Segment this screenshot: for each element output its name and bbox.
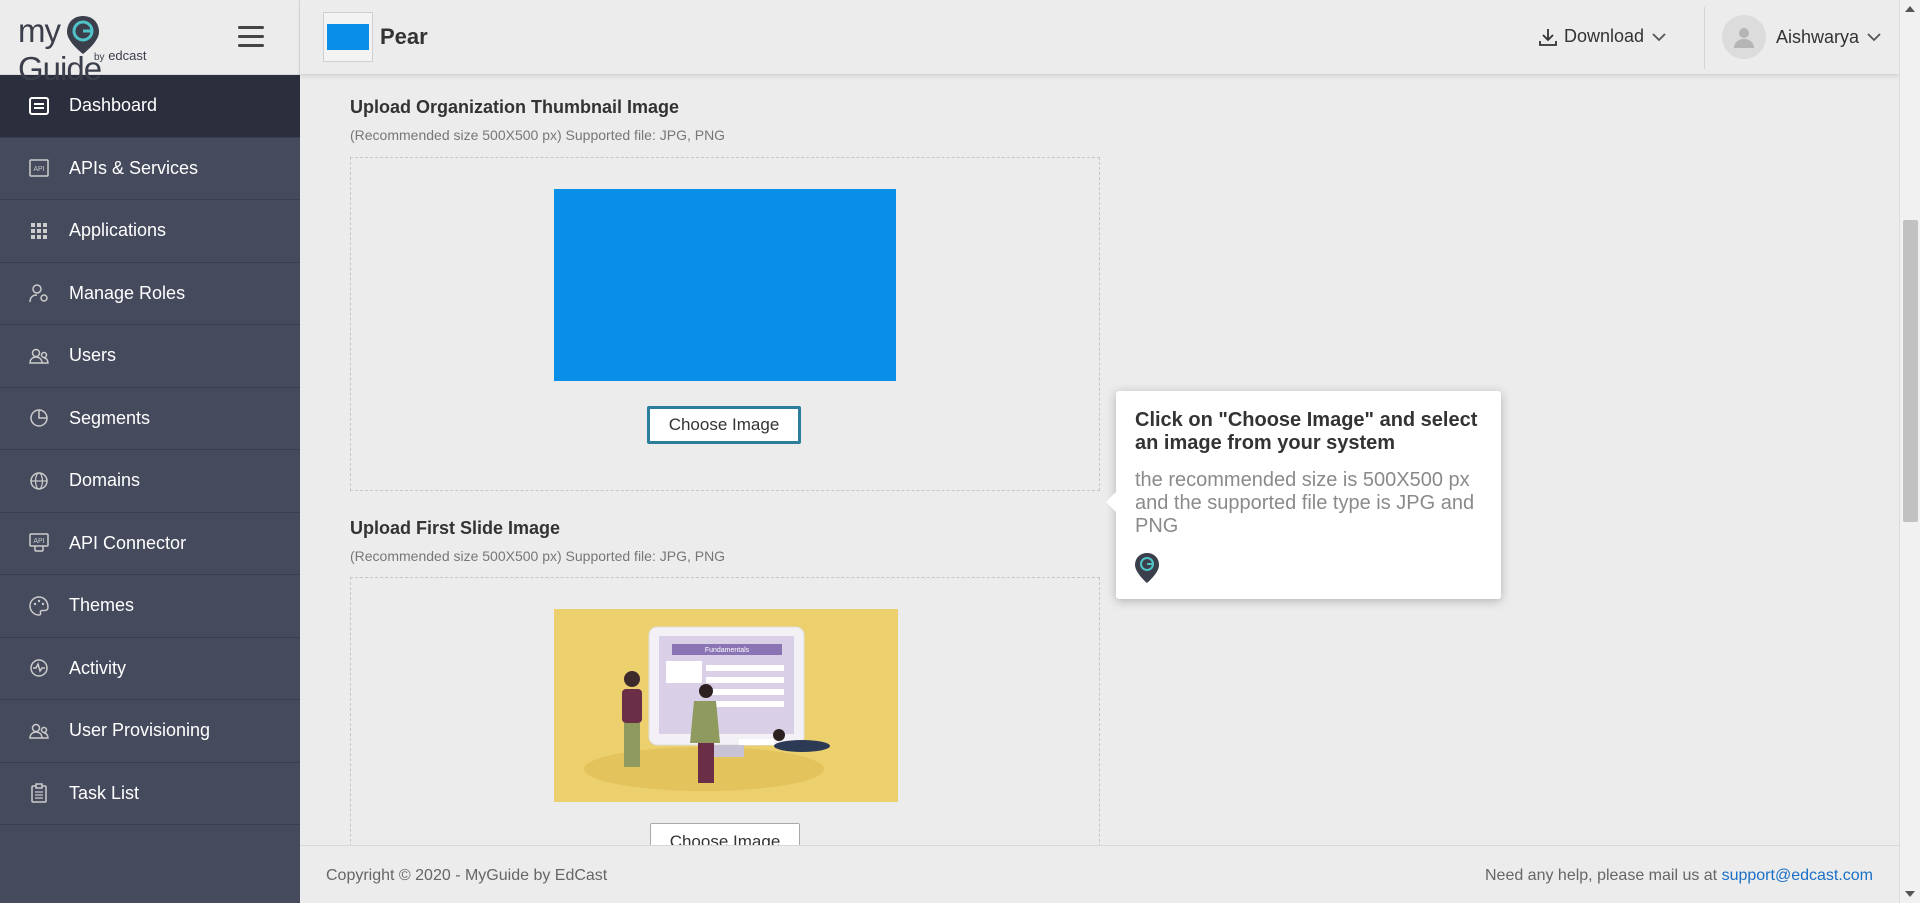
user-menu[interactable]: Aishwarya [1722,15,1881,59]
thumbnail-drop-zone: Choose Image [350,157,1100,491]
user-gear-icon [28,282,50,304]
logo-byline: by edcast [94,48,147,63]
sidebar-item-label: Task List [69,782,140,803]
sidebar-item-users[interactable]: Users [0,325,300,388]
grid-icon [28,220,50,242]
sidebar-item-label: Dashboard [69,95,158,116]
palette-icon [28,595,50,617]
first-slide-section-hint: (Recommended size 500X500 px) Supported … [350,548,726,564]
chevron-down-icon [1652,32,1666,41]
sidebar-item-label: APIs & Services [69,157,199,178]
activity-icon [28,657,50,679]
thumbnail-section-hint: (Recommended size 500X500 px) Supported … [350,127,726,143]
scroll-thumb[interactable] [1903,220,1918,522]
sidebar-item-task-list[interactable]: Task List [0,762,300,825]
api-connector-icon: API [28,532,50,554]
sidebar-item-label: User Provisioning [69,720,211,741]
menu-toggle-icon[interactable] [238,26,264,48]
sidebar-item-themes[interactable]: Themes [0,575,300,638]
sidebar-item-user-provisioning[interactable]: User Provisioning [0,700,300,763]
sidebar-item-label: Applications [69,220,167,241]
tooltip-title: Click on "Choose Image" and select an im… [1135,409,1478,454]
sidebar-item-label: Users [69,345,117,366]
header-divider [1704,7,1705,69]
myguide-pin-icon[interactable] [1134,552,1160,584]
sidebar: myGuide by edcast Dashboard API APIs & S… [0,0,300,903]
download-dropdown[interactable]: Download [1538,26,1672,47]
users-icon [28,720,50,742]
org-thumbnail [323,12,373,62]
clipboard-icon [28,782,50,804]
first-slide-preview: Fundamentals [554,609,898,802]
slide-illustration: Fundamentals [554,609,898,802]
tooltip-body: the recommended size is 500X500 px and t… [1135,469,1475,537]
first-slide-section-title: Upload First Slide Image [350,518,561,538]
download-label: Download [1564,26,1645,46]
help-text: Need any help, please mail us at support… [1484,867,1873,884]
api-icon: API [28,157,50,179]
scroll-up-icon[interactable] [1905,6,1915,12]
download-icon [1539,28,1557,46]
sidebar-item-segments[interactable]: Segments [0,387,300,450]
thumbnail-preview [554,189,896,381]
svg-text:API: API [33,166,44,173]
main-content: Upload Organization Thumbnail Image (Rec… [300,76,1899,845]
chevron-down-icon [1867,33,1881,42]
brand-bar: myGuide by edcast [0,0,300,87]
sidebar-item-activity[interactable]: Activity [0,637,300,700]
guide-tooltip: Click on "Choose Image" and select an im… [1106,391,1501,599]
pie-icon [28,407,50,429]
first-slide-drop-zone: Fundamentals Choose Image [350,577,1100,845]
choose-first-slide-image-button[interactable]: Choose Image [650,823,800,845]
sidebar-item-label: API Connector [69,532,187,553]
sidebar-item-apis-services[interactable]: API APIs & Services [0,137,300,200]
sidebar-item-label: Domains [69,470,141,491]
page-scrollbar[interactable] [1899,0,1920,903]
top-header: Pear Download Aishwarya [300,0,1899,75]
user-name: Aishwarya [1776,26,1860,47]
dashboard-icon [28,95,50,117]
copyright-text: Copyright © 2020 - MyGuide by EdCast [326,867,608,884]
scroll-down-icon[interactable] [1905,891,1915,897]
support-email-link[interactable]: support@edcast.com [1722,867,1873,884]
sidebar-item-label: Activity [69,657,127,678]
users-icon [28,345,50,367]
thumbnail-section-title: Upload Organization Thumbnail Image [350,97,680,117]
myguide-logo[interactable]: myGuide by edcast [18,12,158,87]
globe-icon [28,470,50,492]
svg-text:API: API [33,538,44,545]
sidebar-item-label: Manage Roles [69,282,186,303]
sidebar-item-label: Segments [69,407,151,428]
choose-thumbnail-image-button[interactable]: Choose Image [647,406,801,444]
org-name: Pear [380,24,428,49]
sidebar-item-manage-roles[interactable]: Manage Roles [0,262,300,325]
slide-illustration-title: Fundamentals [705,647,750,654]
sidebar-item-api-connector[interactable]: API API Connector [0,512,300,575]
sidebar-item-label: Themes [69,595,135,616]
sidebar-item-domains[interactable]: Domains [0,450,300,513]
sidebar-item-applications[interactable]: Applications [0,200,300,263]
user-avatar-icon [1734,28,1754,48]
page-footer: Copyright © 2020 - MyGuide by EdCast Nee… [300,845,1899,903]
sidebar-nav: Dashboard API APIs & Services Applicatio… [0,75,300,825]
avatar [1722,15,1766,59]
